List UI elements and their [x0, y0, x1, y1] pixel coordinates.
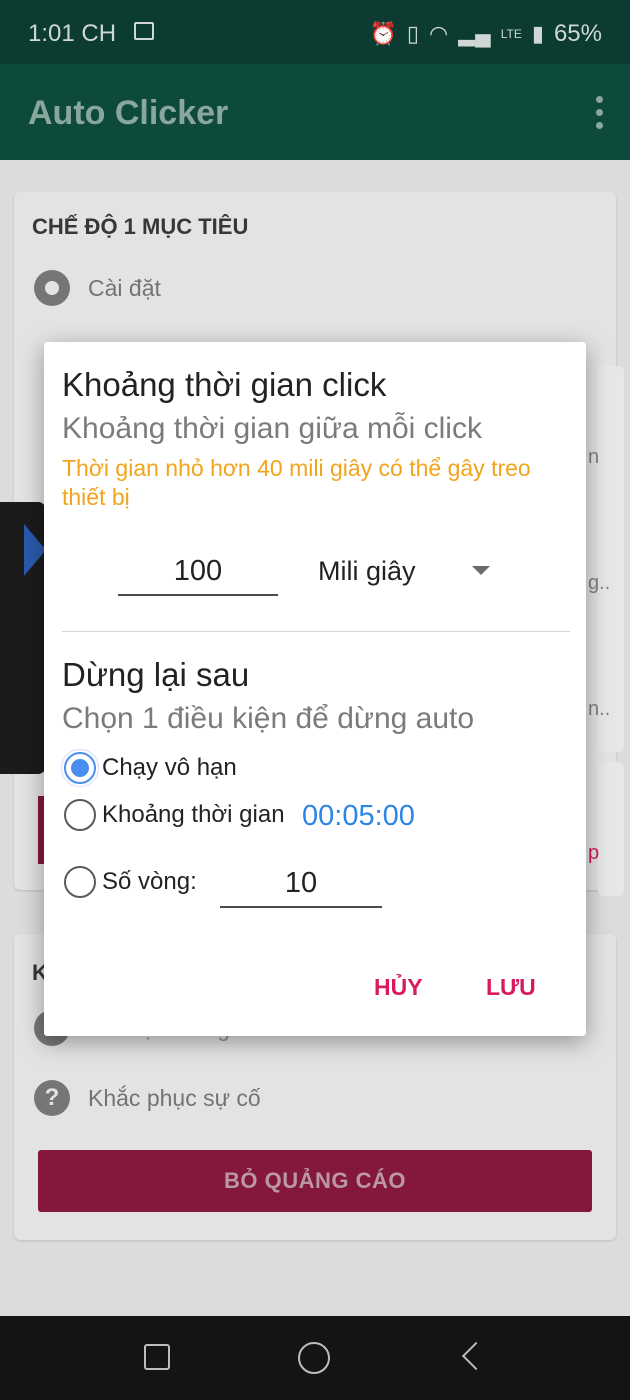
option-label: Khoảng thời gian	[102, 801, 285, 828]
interval-input[interactable]: 100	[118, 548, 278, 596]
divider	[62, 631, 570, 632]
radio-checked-icon[interactable]	[61, 749, 99, 787]
option-duration[interactable]: Khoảng thời gian	[64, 799, 285, 831]
dialog-title: Khoảng thời gian click	[62, 366, 387, 403]
wifi-icon: ◠	[429, 21, 449, 46]
radio-unchecked-icon[interactable]	[64, 799, 96, 831]
lte-icon: LTE	[500, 27, 522, 41]
unit-label: Mili giây	[318, 556, 416, 586]
cancel-button[interactable]: HỦY	[374, 974, 423, 1001]
battery-icon: ▮	[531, 21, 544, 46]
duration-value[interactable]: 00:05:00	[302, 800, 415, 833]
option-label: Số vòng:	[102, 868, 197, 895]
signal-icon: ▂▄	[458, 21, 491, 46]
unit-dropdown[interactable]: Mili giây	[318, 548, 504, 594]
alarm-icon: ⏰	[369, 21, 397, 46]
vibrate-icon: ▯	[406, 21, 419, 46]
radio-unchecked-icon[interactable]	[64, 866, 96, 898]
status-bar: 1:01 CH ⏰ ▯ ◠ ▂▄ LTE ▮ 65%	[0, 0, 630, 64]
option-cycles[interactable]: Số vòng:	[64, 866, 197, 898]
stop-subtitle: Chọn 1 điều kiện để dừng auto	[62, 702, 475, 735]
gallery-icon	[134, 22, 154, 40]
status-icons: ⏰ ▯ ◠ ▂▄ LTE ▮ 65%	[369, 20, 602, 48]
battery-level: 65%	[553, 20, 602, 47]
home-icon[interactable]	[298, 1342, 330, 1374]
app-bar: Auto Clicker	[0, 64, 630, 160]
save-button[interactable]: LƯU	[486, 974, 536, 1001]
dialog-subtitle: Khoảng thời gian giữa mỗi click	[62, 412, 482, 445]
navigation-bar	[0, 1316, 630, 1400]
warning-text: Thời gian nhỏ hơn 40 mili giây có thể gâ…	[62, 455, 531, 510]
option-label: Chạy vô hạn	[102, 754, 237, 781]
back-icon[interactable]	[461, 1341, 491, 1371]
overflow-menu-icon[interactable]	[596, 96, 606, 129]
dropdown-arrow-icon	[472, 566, 490, 575]
recents-icon[interactable]	[144, 1344, 170, 1370]
cycles-input[interactable]: 10	[220, 860, 382, 908]
clock: 1:01 CH	[28, 20, 117, 47]
option-infinite[interactable]: Chạy vô hạn	[61, 749, 237, 787]
stop-title: Dừng lại sau	[62, 656, 250, 693]
app-title: Auto Clicker	[28, 94, 229, 132]
click-interval-dialog: Khoảng thời gian click Khoảng thời gian …	[44, 342, 586, 1036]
